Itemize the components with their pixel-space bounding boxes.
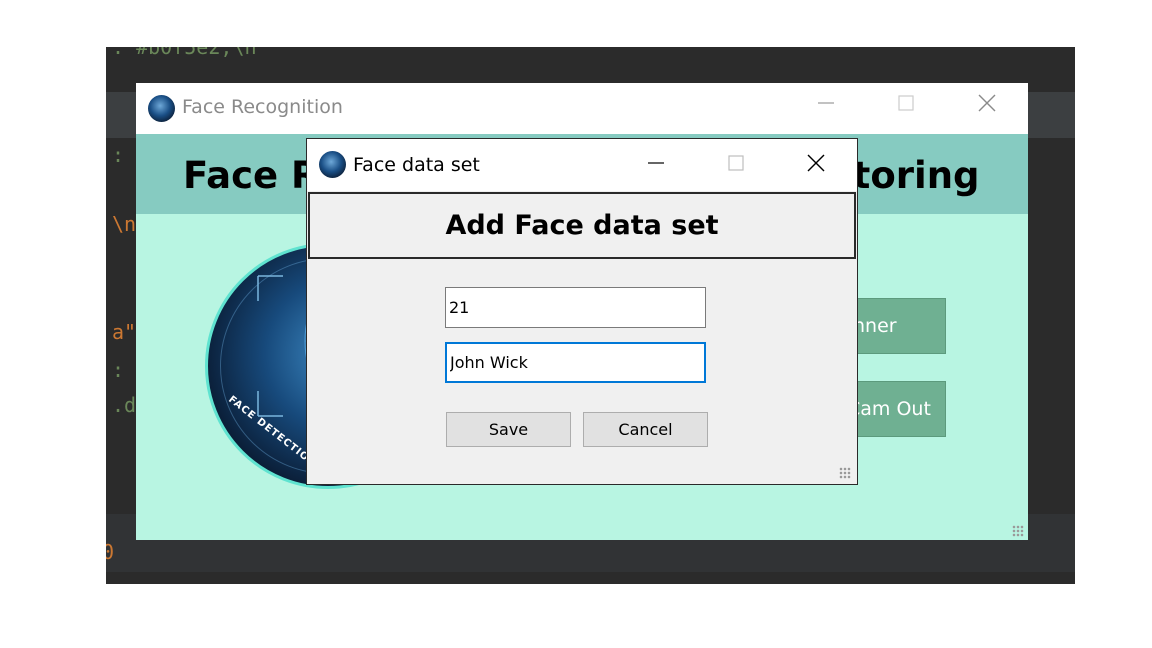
cancel-button[interactable]: Cancel xyxy=(583,412,708,447)
id-field[interactable] xyxy=(445,287,706,328)
dialog-heading: Add Face data set xyxy=(445,210,719,241)
cam-out-button-label: Cam Out xyxy=(847,398,931,420)
maximize-icon xyxy=(728,155,744,171)
cancel-button-label: Cancel xyxy=(618,420,673,439)
main-heading-left: Face R xyxy=(183,154,320,197)
maximize-button[interactable] xyxy=(883,83,929,123)
save-button-label: Save xyxy=(488,420,529,439)
face-data-set-dialog: Face data set Add Face data set Save Can… xyxy=(306,138,858,485)
maximize-icon xyxy=(898,95,914,111)
dialog-close-button[interactable] xyxy=(793,143,839,183)
dialog-title: Face data set xyxy=(353,154,480,176)
code-line: : xyxy=(112,358,125,382)
code-line: : #b0f5e2,\n xyxy=(112,47,257,59)
minimize-button[interactable] xyxy=(803,83,849,123)
dialog-heading-frame: Add Face data set xyxy=(308,192,856,259)
resize-grip-icon[interactable] xyxy=(1012,525,1024,537)
main-titlebar[interactable]: Face Recognition xyxy=(136,83,1028,134)
main-heading-right: itoring xyxy=(840,154,980,197)
close-icon xyxy=(978,94,996,112)
dialog-minimize-button[interactable] xyxy=(633,143,679,183)
code-line: a" xyxy=(112,320,137,344)
app-logo-icon xyxy=(319,151,346,178)
minimize-icon xyxy=(648,162,664,164)
code-line: .d xyxy=(112,393,137,417)
code-line: 0 xyxy=(106,540,115,564)
save-button[interactable]: Save xyxy=(446,412,571,447)
close-icon xyxy=(807,154,825,172)
name-field[interactable] xyxy=(445,342,706,383)
app-logo-icon xyxy=(148,95,175,122)
dialog-titlebar[interactable]: Face data set xyxy=(307,139,857,191)
dialog-maximize-button[interactable] xyxy=(713,143,759,183)
scanner-button-label: nner xyxy=(853,315,897,337)
minimize-icon xyxy=(818,102,834,104)
close-button[interactable] xyxy=(964,83,1010,123)
code-line: \n xyxy=(112,212,137,236)
code-line: : xyxy=(112,143,125,167)
main-window-title: Face Recognition xyxy=(182,96,343,118)
resize-grip-icon[interactable] xyxy=(839,467,851,479)
